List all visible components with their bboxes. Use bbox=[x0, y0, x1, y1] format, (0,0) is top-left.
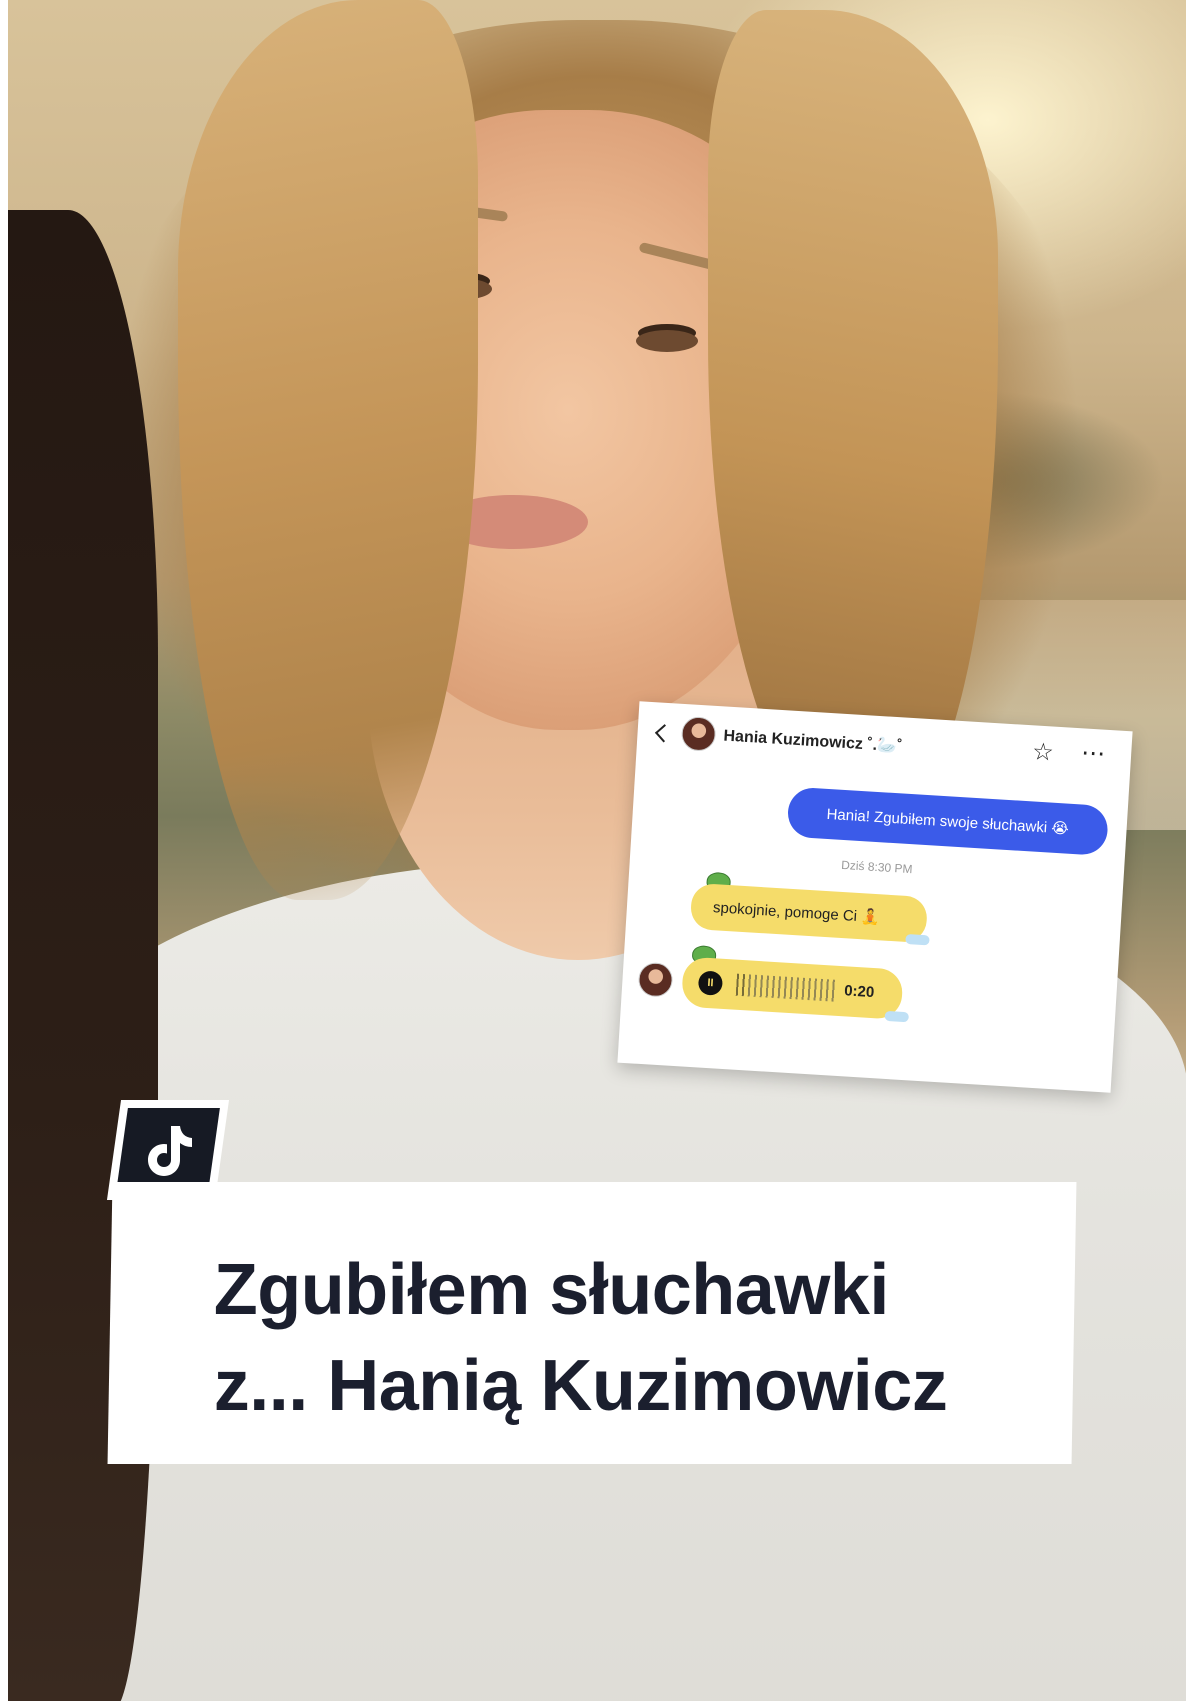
voice-message[interactable]: II 0:20 bbox=[680, 956, 904, 1020]
tiktok-badge-inner bbox=[116, 1108, 220, 1192]
tiktok-logo-icon bbox=[148, 1126, 192, 1176]
cloud-sticker-icon bbox=[884, 1010, 910, 1023]
cloud-sticker-icon bbox=[905, 933, 930, 946]
headline-box: Zgubiłem słuchawki z... Hanią Kuzimowicz bbox=[107, 1182, 1077, 1464]
chat-screenshot: Hania Kuzimowicz ˚.🦢˚ ☆ ⋯ Hania! Zgubiłe… bbox=[617, 701, 1133, 1093]
headline: Zgubiłem słuchawki z... Hanią Kuzimowicz bbox=[214, 1242, 1054, 1434]
star-icon[interactable]: ☆ bbox=[1031, 737, 1054, 767]
headline-line-2: z... Hanią Kuzimowicz bbox=[213, 1346, 948, 1426]
outgoing-message: Hania! Zgubiłem swoje słuchawki 😭 bbox=[786, 786, 1109, 857]
sender-avatar bbox=[637, 961, 674, 998]
headline-line-1: Zgubiłem słuchawki bbox=[213, 1250, 889, 1330]
chevron-left-icon[interactable] bbox=[654, 724, 674, 743]
more-icon[interactable]: ⋯ bbox=[1080, 738, 1107, 768]
left-edge-strip bbox=[0, 0, 8, 1701]
right-eye bbox=[636, 330, 698, 352]
second-person-dark-hair bbox=[8, 210, 158, 1701]
audio-waveform[interactable] bbox=[735, 973, 837, 1002]
contact-avatar[interactable] bbox=[680, 715, 717, 752]
pause-button[interactable]: II bbox=[697, 970, 724, 996]
incoming-message: spokojnie, pomoge Ci 🧘 bbox=[689, 882, 929, 944]
contact-name: Hania Kuzimowicz ˚.🦢˚ bbox=[723, 727, 903, 756]
voice-duration: 0:20 bbox=[843, 982, 875, 1002]
